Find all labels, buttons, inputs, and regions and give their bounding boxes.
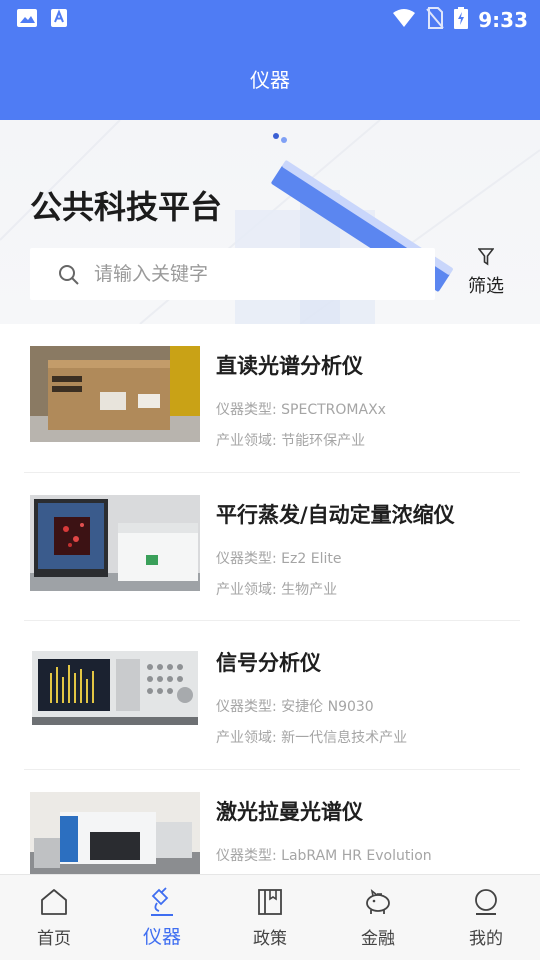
status-time: 9:33 xyxy=(478,8,528,32)
battery-charging-icon xyxy=(454,7,469,33)
tab-label: 仪器 xyxy=(142,926,181,948)
filter-icon xyxy=(477,248,495,270)
instrument-name: 信号分析仪 xyxy=(216,651,321,675)
search-box[interactable] xyxy=(30,248,435,300)
tab-label: 金融 xyxy=(361,929,395,949)
profile-icon xyxy=(475,889,497,915)
search-icon xyxy=(58,264,80,290)
top-app-bar: 9:33 仪器 xyxy=(0,0,540,120)
instrument-list: 直读光谱分析仪 仪器类型: SPECTROMAXx 产业领域: 节能环保产业 平… xyxy=(0,324,540,918)
tab-label: 首页 xyxy=(37,929,71,949)
instrument-type: 仪器类型: 安捷伦 N9030 xyxy=(216,699,374,715)
tab-instrument[interactable]: 仪器 xyxy=(108,875,216,960)
list-item[interactable]: 平行蒸发/自动定量浓缩仪 仪器类型: Ez2 Elite 产业领域: 生物产业 xyxy=(24,473,520,621)
instrument-type: 仪器类型: SPECTROMAXx xyxy=(216,402,386,418)
instrument-field: 产业领域: 新一代信息技术产业 xyxy=(216,730,408,746)
instrument-field: 产业领域: 节能环保产业 xyxy=(216,433,366,449)
no-sim-icon xyxy=(426,7,445,33)
piggy-bank-icon xyxy=(366,889,390,914)
instrument-photo xyxy=(30,494,200,591)
instrument-name: 激光拉曼光谱仪 xyxy=(216,799,363,824)
search-input[interactable] xyxy=(94,258,414,290)
tab-finance[interactable]: 金融 xyxy=(324,875,432,960)
book-icon xyxy=(258,889,282,915)
bottom-tab-bar: 首页 仪器 政策 金融 我的 xyxy=(0,874,540,960)
tab-profile[interactable]: 我的 xyxy=(432,875,540,960)
home-icon xyxy=(41,889,67,915)
instrument-photo xyxy=(30,791,200,876)
tab-label: 政策 xyxy=(253,929,287,949)
tab-home[interactable]: 首页 xyxy=(0,875,108,960)
instrument-icon xyxy=(151,887,173,916)
tab-policy[interactable]: 政策 xyxy=(216,875,324,960)
banner-headline: 公共科技平台 xyxy=(30,188,223,226)
wifi-icon xyxy=(392,8,416,32)
list-item[interactable]: 信号分析仪 仪器类型: 安捷伦 N9030 产业领域: 新一代信息技术产业 xyxy=(24,621,520,770)
instrument-photo xyxy=(30,346,200,442)
gallery-notification-icon xyxy=(16,8,38,32)
list-item[interactable]: 直读光谱分析仪 仪器类型: SPECTROMAXx 产业领域: 节能环保产业 xyxy=(24,324,520,473)
filter-button[interactable]: 筛选 xyxy=(463,248,509,300)
app-notification-icon xyxy=(50,8,68,32)
instrument-photo xyxy=(30,643,200,739)
banner: 公共科技平台 筛选 xyxy=(0,120,540,324)
filter-label: 筛选 xyxy=(468,276,504,297)
status-bar: 9:33 xyxy=(0,0,540,38)
instrument-name: 平行蒸发/自动定量浓缩仪 xyxy=(216,502,455,527)
tab-label: 我的 xyxy=(469,929,503,949)
instrument-type: 仪器类型: LabRAM HR Evolution xyxy=(216,847,432,864)
instrument-type: 仪器类型: Ez2 Elite xyxy=(216,550,342,567)
instrument-name: 直读光谱分析仪 xyxy=(216,354,363,378)
page-title: 仪器 xyxy=(250,68,290,92)
instrument-field: 产业领域: 生物产业 xyxy=(216,581,338,598)
